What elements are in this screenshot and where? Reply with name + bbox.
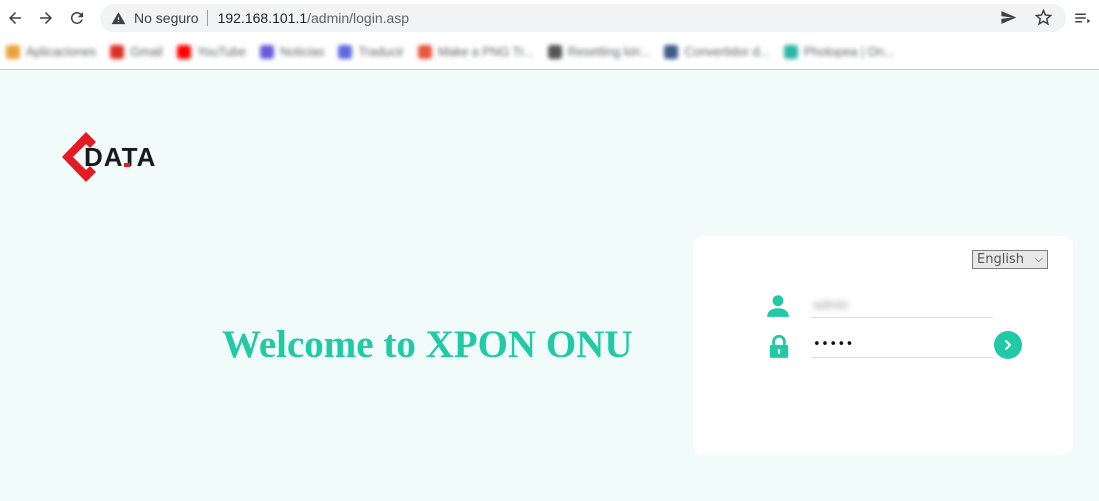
bookmark-item[interactable]: Make a PNG Tr... xyxy=(417,45,534,59)
cdata-logo: DATA xyxy=(62,132,156,182)
language-selected[interactable]: English xyxy=(977,252,1024,267)
bookmark-item[interactable]: Resetting kiri... xyxy=(547,45,650,59)
bookmark-item[interactable]: Gmail xyxy=(110,45,163,59)
bookmarks-bar: Aplicaciones Gmail YouTube Noticias Trad… xyxy=(0,38,1099,66)
password-value[interactable]: ••••• xyxy=(813,337,854,352)
star-icon[interactable] xyxy=(1035,9,1052,26)
warning-icon[interactable] xyxy=(110,10,126,26)
browser-chrome: No seguro 192.168.101.1 /admin/login.asp… xyxy=(0,0,1099,70)
username-field[interactable]: admin xyxy=(811,292,993,318)
reading-list-icon[interactable] xyxy=(1073,9,1091,27)
url-path[interactable]: /admin/login.asp xyxy=(307,10,409,26)
password-field[interactable]: ••••• xyxy=(811,332,993,358)
user-icon xyxy=(767,295,789,317)
bookmark-favicon-icon xyxy=(110,45,125,59)
forward-arrow-icon[interactable] xyxy=(34,6,58,30)
login-submit-button[interactable] xyxy=(994,331,1022,359)
address-bar[interactable]: No seguro 192.168.101.1 /admin/login.asp xyxy=(100,4,1066,32)
bookmark-item[interactable]: YouTube xyxy=(176,45,246,59)
bookmark-item[interactable]: Traducir xyxy=(338,45,404,59)
welcome-heading: Welcome to XPON ONU xyxy=(222,323,633,366)
bookmark-item[interactable]: Convertidor d... xyxy=(664,45,770,59)
chevron-right-icon xyxy=(1005,340,1011,350)
language-select[interactable]: English ⌵ xyxy=(972,250,1048,269)
url-divider xyxy=(206,10,208,26)
bookmark-favicon-icon xyxy=(417,45,432,59)
lock-icon xyxy=(769,334,789,358)
logo-text: DATA xyxy=(84,142,156,172)
security-label[interactable]: No seguro xyxy=(134,10,199,26)
bookmark-item[interactable]: Photopea | On... xyxy=(783,45,895,59)
login-card: English ⌵ admin ••••• xyxy=(693,236,1073,455)
bookmark-favicon-icon xyxy=(259,45,274,59)
username-value[interactable]: admin xyxy=(813,297,848,312)
bookmark-favicon-icon xyxy=(783,45,798,59)
bookmark-favicon-icon xyxy=(664,45,679,59)
bookmark-item[interactable]: Noticias xyxy=(259,45,324,59)
back-arrow-icon[interactable] xyxy=(3,6,27,30)
bookmark-favicon-icon xyxy=(338,45,353,59)
bookmark-favicon-icon xyxy=(6,45,20,59)
bookmark-favicon-icon xyxy=(176,45,191,59)
chevron-down-icon[interactable]: ⌵ xyxy=(1035,252,1043,266)
reload-icon[interactable] xyxy=(65,6,89,30)
url-host[interactable]: 192.168.101.1 xyxy=(218,10,308,26)
bookmark-item[interactable]: Aplicaciones xyxy=(6,45,96,59)
send-icon[interactable] xyxy=(1000,9,1017,26)
bookmark-favicon-icon xyxy=(547,45,562,59)
